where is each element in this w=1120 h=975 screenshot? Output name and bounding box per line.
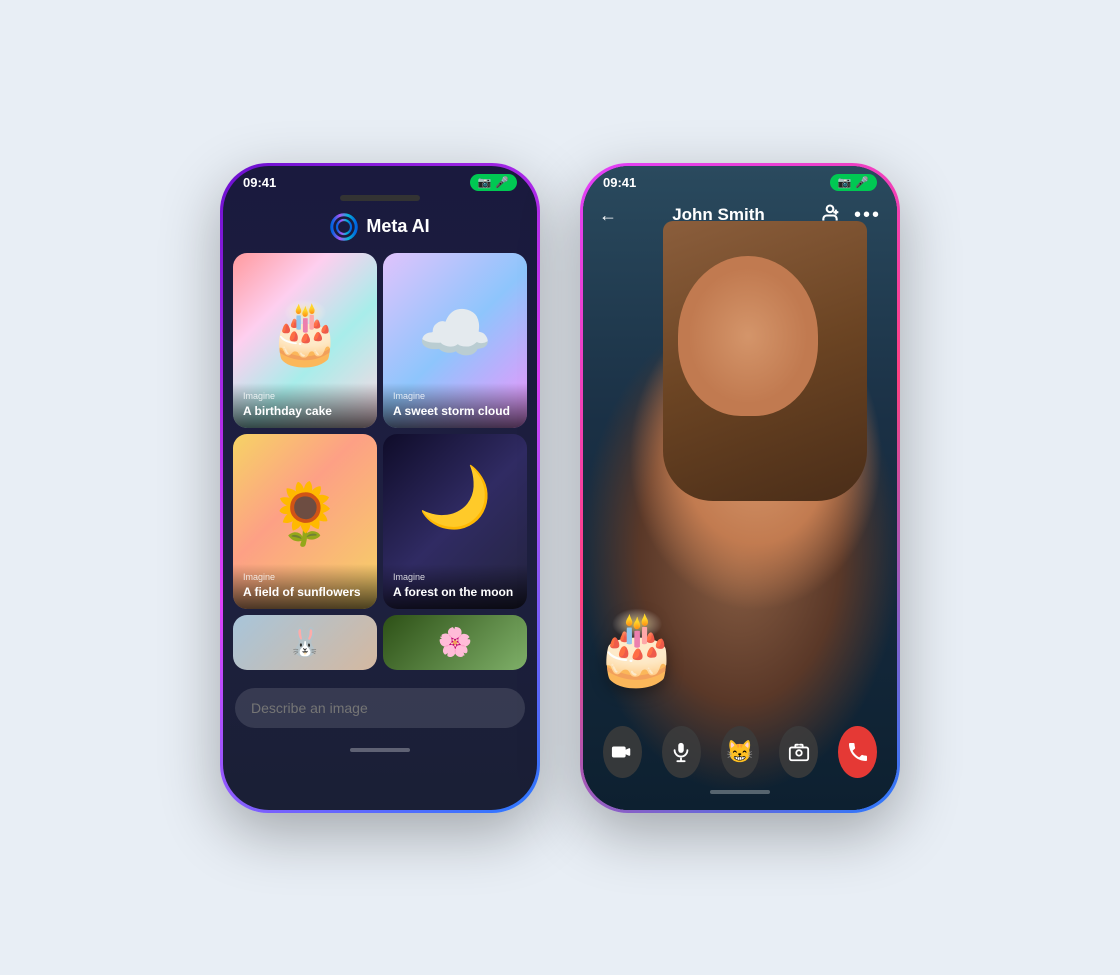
partial-image-row	[223, 615, 537, 670]
camera-icon: 📷	[478, 176, 492, 189]
flip-camera-button[interactable]	[779, 726, 818, 778]
mic-button[interactable]	[662, 726, 701, 778]
right-phone-screen: 🎂 09:41 📷 🎤 ← John Smith	[583, 166, 897, 810]
effects-button[interactable]: 😸	[721, 726, 760, 778]
phones-container: 09:41 📷 🎤	[220, 163, 900, 813]
cake-overlay: 🎂	[593, 608, 680, 690]
call-header: ← John Smith •••	[583, 195, 897, 240]
right-status-bar: 09:41 📷 🎤	[583, 166, 897, 195]
left-home-indicator	[350, 748, 410, 752]
right-home-indicator	[710, 790, 770, 794]
meta-ai-logo-icon	[330, 213, 358, 241]
video-button[interactable]	[603, 726, 642, 778]
imagine-label-4: Imagine	[393, 572, 517, 582]
end-call-button[interactable]	[838, 726, 877, 778]
right-camera-icon: 📷	[838, 176, 852, 189]
right-battery-badge: 📷 🎤	[830, 174, 877, 191]
forest-moon-label: Imagine A forest on the moon	[383, 564, 527, 609]
right-status-icons: 📷 🎤	[830, 174, 877, 191]
more-options-button[interactable]: •••	[854, 204, 881, 227]
storm-cloud-label: Imagine A sweet storm cloud	[383, 383, 527, 428]
birthday-cake-title: A birthday cake	[243, 404, 332, 418]
left-battery-badge: 📷 🎤	[470, 174, 517, 191]
left-phone: 09:41 📷 🎤	[220, 163, 540, 813]
right-status-time: 09:41	[603, 175, 636, 190]
image-card-storm[interactable]: Imagine A sweet storm cloud	[383, 253, 527, 428]
meta-ai-title: Meta AI	[366, 216, 429, 237]
left-status-icons: 📷 🎤	[470, 174, 517, 191]
storm-cloud-title: A sweet storm cloud	[393, 404, 510, 418]
effects-icon: 😸	[726, 739, 753, 765]
rabbit-card[interactable]	[233, 615, 377, 670]
right-mic-icon: 🎤	[855, 176, 869, 189]
notch	[340, 195, 420, 201]
image-card-sunflowers[interactable]: Imagine A field of sunflowers	[233, 434, 377, 609]
image-grid: Imagine A birthday cake Imagine A sweet …	[223, 253, 537, 609]
call-header-actions: •••	[820, 203, 881, 228]
flowers-card[interactable]	[383, 615, 527, 670]
imagine-label-2: Imagine	[393, 391, 517, 401]
left-status-time: 09:41	[243, 175, 276, 190]
back-button[interactable]: ←	[599, 205, 617, 226]
image-card-birthday[interactable]: Imagine A birthday cake	[233, 253, 377, 428]
image-card-forest[interactable]: Imagine A forest on the moon	[383, 434, 527, 609]
mic-icon: 🎤	[495, 176, 509, 189]
sunflowers-title: A field of sunflowers	[243, 585, 361, 599]
describe-image-input[interactable]	[235, 688, 525, 728]
left-phone-screen: 09:41 📷 🎤	[223, 166, 537, 810]
imagine-label-3: Imagine	[243, 572, 367, 582]
caller-name: John Smith	[672, 205, 765, 225]
forest-moon-title: A forest on the moon	[393, 585, 513, 599]
input-area	[223, 678, 537, 744]
birthday-cake-label: Imagine A birthday cake	[233, 383, 377, 428]
add-person-button[interactable]	[820, 203, 840, 228]
sunflowers-label: Imagine A field of sunflowers	[233, 564, 377, 609]
left-status-bar: 09:41 📷 🎤	[223, 166, 537, 195]
meta-ai-header: Meta AI	[223, 209, 537, 253]
call-controls: 😸	[583, 714, 897, 790]
imagine-label-1: Imagine	[243, 391, 367, 401]
right-phone: 🎂 09:41 📷 🎤 ← John Smith	[580, 163, 900, 813]
